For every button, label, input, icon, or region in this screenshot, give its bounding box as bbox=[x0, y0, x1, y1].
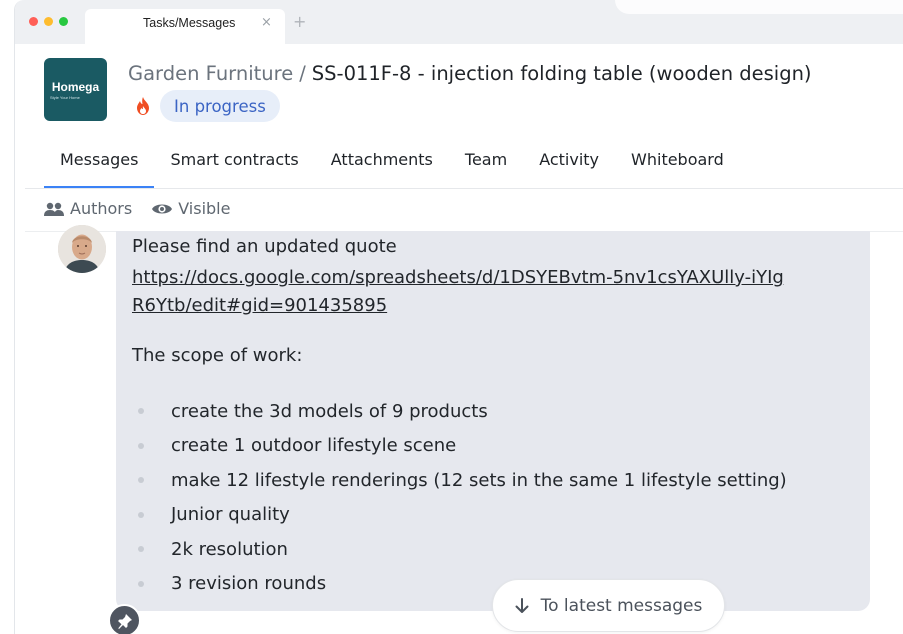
authors-filter-label: Authors bbox=[70, 199, 133, 218]
arrow-down-icon bbox=[515, 597, 529, 613]
list-item-text: create 1 outdoor lifestyle scene bbox=[171, 435, 457, 457]
bullet-icon bbox=[138, 546, 144, 553]
bullet-icon bbox=[138, 511, 144, 518]
bullet-icon bbox=[138, 580, 144, 587]
authors-filter[interactable]: Authors bbox=[44, 199, 132, 218]
tab-messages[interactable]: Messages bbox=[44, 146, 155, 188]
breadcrumb-parent[interactable]: Garden Furniture bbox=[128, 62, 293, 85]
close-window-button[interactable] bbox=[29, 17, 38, 26]
bullet-icon bbox=[138, 408, 144, 415]
tab-smart-contracts[interactable]: Smart contracts bbox=[154, 146, 314, 188]
list-item-text: create the 3d models of 9 products bbox=[171, 400, 488, 422]
tab-close-icon[interactable]: × bbox=[261, 15, 272, 30]
visible-filter-label: Visible bbox=[178, 199, 231, 218]
list-item: 2k resolution bbox=[138, 532, 787, 567]
status-badge[interactable]: In progress bbox=[160, 90, 280, 122]
tabs-divider bbox=[25, 188, 903, 189]
bullet-icon bbox=[138, 477, 144, 484]
company-logo[interactable]: Homega Style Your Home bbox=[44, 58, 107, 121]
list-item: create 1 outdoor lifestyle scene bbox=[138, 429, 787, 464]
tab-team[interactable]: Team bbox=[449, 146, 523, 188]
quote-link[interactable]: https://docs.google.com/spreadsheets/d/1… bbox=[132, 264, 792, 320]
tab-activity[interactable]: Activity bbox=[523, 146, 615, 188]
fire-icon bbox=[137, 97, 149, 115]
traffic-lights bbox=[29, 17, 68, 26]
avatar[interactable] bbox=[58, 225, 106, 273]
minimize-window-button[interactable] bbox=[44, 17, 53, 26]
list-item-text: 2k resolution bbox=[171, 538, 288, 560]
maximize-window-button[interactable] bbox=[59, 17, 68, 26]
new-tab-icon[interactable]: + bbox=[293, 12, 306, 31]
list-item-text: make 12 lifestyle renderings (12 sets in… bbox=[171, 469, 787, 491]
to-latest-messages-button[interactable]: To latest messages bbox=[492, 579, 725, 632]
page-title: SS-011F-8 - injection folding table (woo… bbox=[311, 62, 812, 85]
browser-titlebar: Tasks/Messages × + bbox=[15, 0, 903, 44]
scope-heading: The scope of work: bbox=[132, 345, 303, 366]
tab-attachments[interactable]: Attachments bbox=[315, 146, 449, 188]
message-filters: Authors Visible bbox=[44, 199, 230, 218]
message-bubble: Please find an updated quote https://doc… bbox=[116, 231, 870, 611]
logo-wordmark: Homega bbox=[51, 80, 100, 94]
titlebar-decoration bbox=[615, 0, 903, 14]
browser-tab-title: Tasks/Messages bbox=[143, 16, 236, 30]
breadcrumb-separator: / bbox=[299, 62, 306, 85]
section-tabs: Messages Smart contracts Attachments Tea… bbox=[44, 146, 740, 188]
bullet-icon bbox=[138, 442, 144, 449]
browser-tab[interactable]: Tasks/Messages × bbox=[85, 9, 285, 44]
people-icon bbox=[44, 202, 64, 216]
to-latest-messages-label: To latest messages bbox=[540, 595, 703, 616]
avatar-photo bbox=[58, 225, 106, 273]
list-item-text: Junior quality bbox=[171, 504, 290, 526]
tab-whiteboard[interactable]: Whiteboard bbox=[615, 146, 740, 188]
message-intro: Please find an updated quote bbox=[132, 236, 397, 257]
visible-filter[interactable]: Visible bbox=[152, 199, 230, 218]
pin-button[interactable] bbox=[108, 604, 141, 634]
list-item: make 12 lifestyle renderings (12 sets in… bbox=[138, 463, 787, 498]
pin-icon bbox=[117, 613, 132, 629]
breadcrumb: Garden Furniture / SS-011F-8 - injection f… bbox=[128, 62, 812, 85]
scope-list: create the 3d models of 9 products creat… bbox=[138, 394, 787, 601]
list-item: create the 3d models of 9 products bbox=[138, 394, 787, 429]
logo-tagline: Style Your Home bbox=[50, 95, 80, 100]
list-item: Junior quality bbox=[138, 498, 787, 533]
eye-icon bbox=[152, 204, 173, 213]
list-item-text: 3 revision rounds bbox=[171, 573, 327, 595]
status-row: In progress bbox=[136, 90, 280, 122]
browser-window: Tasks/Messages × + Homega Style Your Hom… bbox=[14, 0, 903, 634]
